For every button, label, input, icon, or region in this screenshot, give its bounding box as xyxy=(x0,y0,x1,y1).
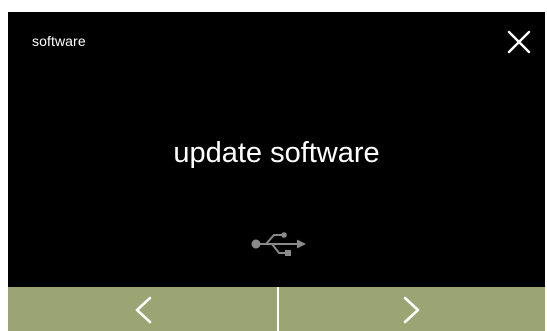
page-headline: update software xyxy=(173,137,380,169)
usb-icon xyxy=(250,230,308,260)
chevron-right-icon xyxy=(402,295,422,325)
software-screen: software update software xyxy=(8,12,545,331)
navigation-bar xyxy=(8,287,545,331)
screen-title: software xyxy=(32,33,86,49)
chevron-left-icon xyxy=(133,295,153,325)
previous-button[interactable] xyxy=(8,287,277,331)
close-button[interactable] xyxy=(505,28,533,56)
close-icon xyxy=(507,30,531,54)
next-button[interactable] xyxy=(279,287,545,331)
